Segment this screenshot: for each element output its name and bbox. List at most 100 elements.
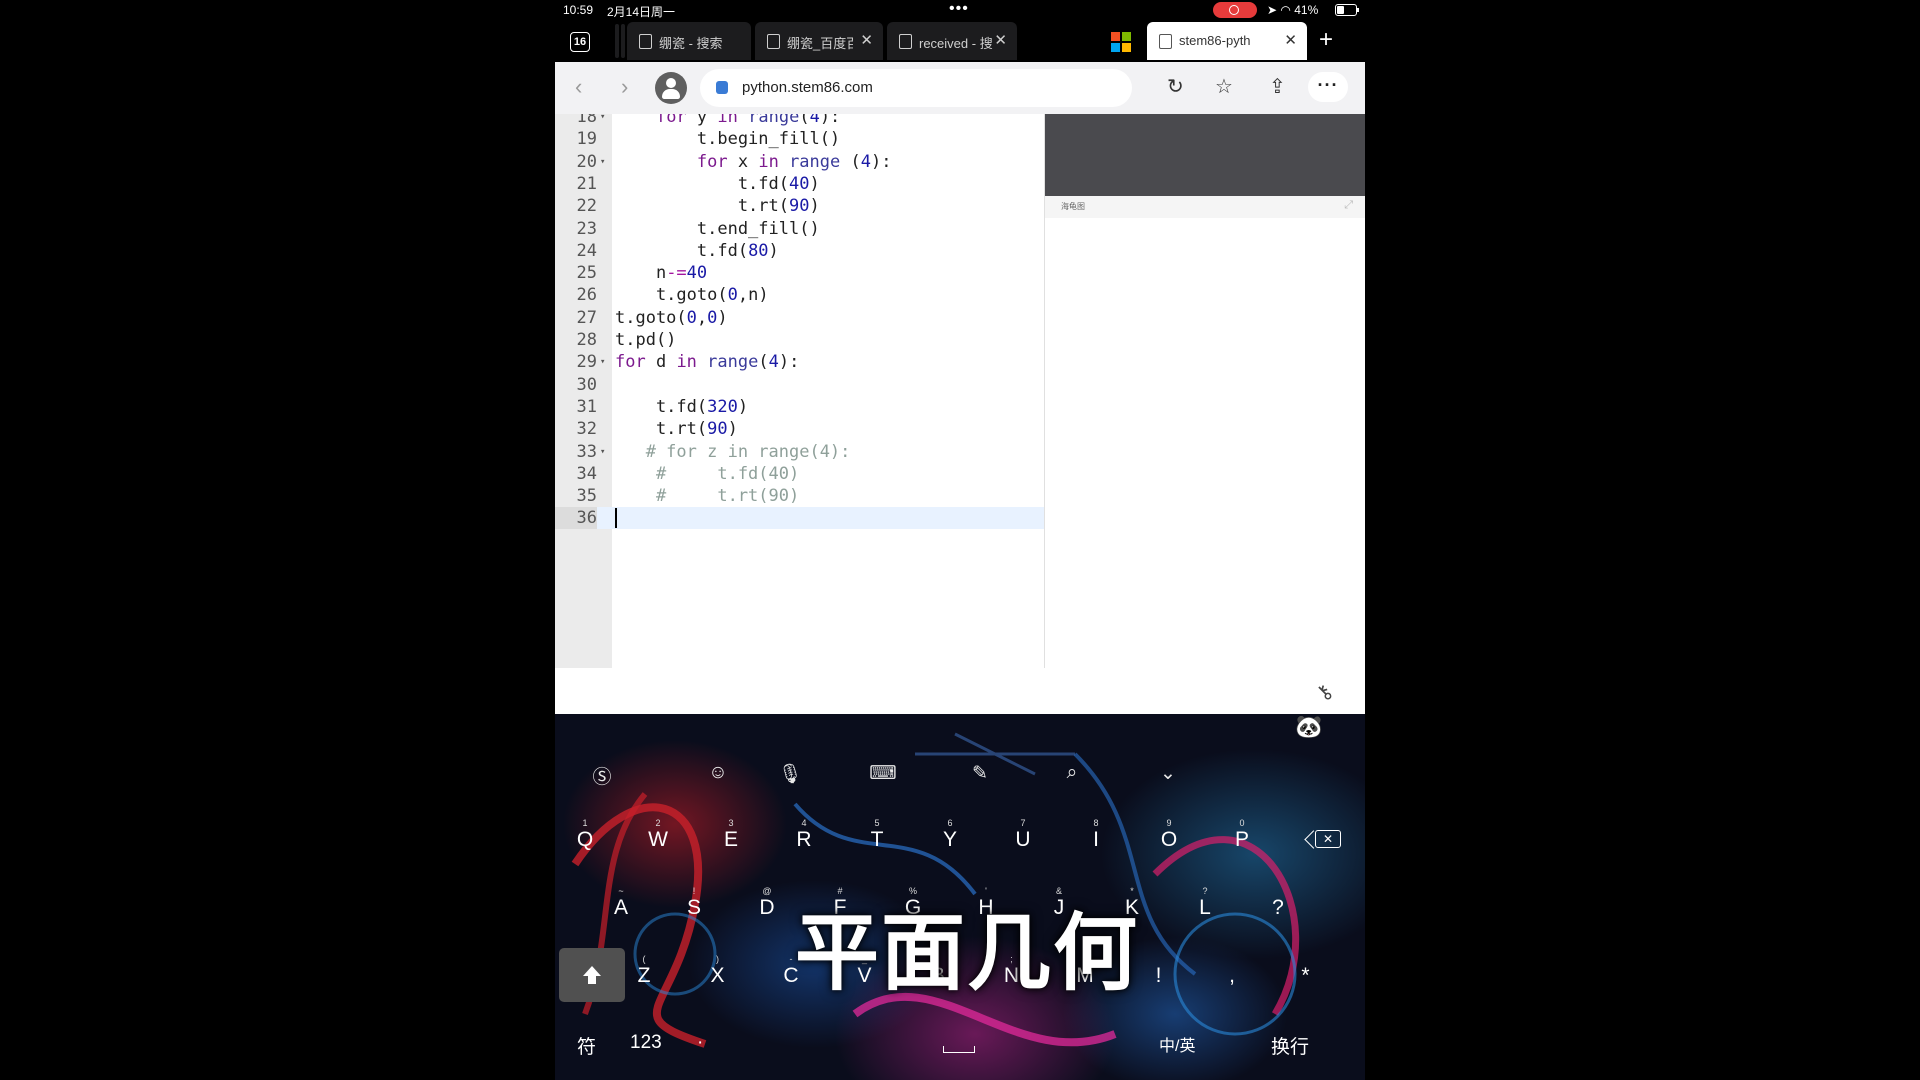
key-question[interactable]: ?	[1258, 888, 1298, 928]
code-text[interactable]: t.fd(80)	[615, 240, 779, 262]
hide-keyboard-chevron-icon[interactable]: ⌄	[1153, 762, 1183, 785]
code-line[interactable]: 34 # t.fd(40)	[555, 463, 1044, 485]
site-security-icon[interactable]	[716, 81, 728, 94]
forward-arrow-icon[interactable]: ›	[621, 74, 628, 100]
code-line[interactable]: 22 t.rt(90)	[555, 195, 1044, 217]
new-tab-plus-icon[interactable]: +	[1319, 26, 1333, 54]
code-line[interactable]: 33 ▾ # for z in range(4):	[555, 441, 1044, 463]
emoji-icon[interactable]: ☺	[703, 762, 733, 784]
handwriting-icon[interactable]: ✎	[965, 762, 995, 785]
code-line[interactable]: 28 t.pd()	[555, 329, 1044, 351]
code-text[interactable]: for d in range(4):	[615, 351, 799, 373]
reload-icon[interactable]: ↻	[1167, 74, 1184, 99]
code-line[interactable]: 30	[555, 374, 1044, 396]
tab-count-button[interactable]: 16	[570, 32, 590, 52]
screen-recording-icon[interactable]	[1213, 2, 1257, 18]
key-i[interactable]: 8I	[1076, 818, 1116, 860]
mascot-icon[interactable]: 🐼	[1295, 714, 1322, 740]
multitasking-dots-icon[interactable]: •••	[949, 0, 969, 18]
code-line[interactable]: 25 n-=40	[555, 262, 1044, 284]
key-d[interactable]: @ D	[747, 886, 787, 928]
code-text[interactable]: for y in range(4):	[615, 114, 840, 128]
key-w[interactable]: 2W	[638, 818, 678, 860]
close-tab-icon[interactable]: ✕	[1284, 31, 1297, 49]
back-arrow-icon[interactable]: ‹	[575, 74, 582, 100]
code-line[interactable]: 18 ▾ for y in range(4):	[555, 114, 1044, 128]
dot-key[interactable]: ·	[697, 1032, 703, 1054]
key-a[interactable]: ~ A	[601, 886, 641, 928]
code-text[interactable]: t.end_fill()	[615, 218, 820, 240]
fold-arrow-icon[interactable]: ▾	[600, 351, 605, 373]
code-text[interactable]: # t.rt(90)	[615, 485, 799, 507]
space-bar[interactable]	[943, 1046, 975, 1053]
microsoft-logo-icon[interactable]	[1111, 32, 1131, 52]
fold-arrow-icon[interactable]: ▾	[600, 441, 605, 463]
code-line[interactable]: 27 t.goto(0,0)	[555, 307, 1044, 329]
key-u[interactable]: 7U	[1003, 818, 1043, 860]
key-r[interactable]: 4R	[784, 818, 824, 860]
code-line[interactable]: 24 t.fd(80)	[555, 240, 1044, 262]
code-text[interactable]: t.fd(40)	[615, 173, 820, 195]
key-e[interactable]: 3E	[711, 818, 751, 860]
code-text[interactable]: t.rt(90)	[615, 195, 820, 217]
close-tab-icon[interactable]: ✕	[994, 31, 1007, 49]
code-line[interactable]: 35 # t.rt(90)	[555, 485, 1044, 507]
key-y[interactable]: 6Y	[930, 818, 970, 860]
share-icon[interactable]: ⇪	[1269, 74, 1286, 99]
url-field[interactable]: python.stem86.com	[700, 69, 1132, 107]
key-q[interactable]: 1Q	[565, 818, 605, 860]
backspace-icon[interactable]: ✕	[1315, 830, 1341, 848]
tab-received[interactable]: received - 搜 ✕	[887, 22, 1017, 60]
microphone-icon[interactable]: 🎙	[775, 762, 805, 786]
more-menu-icon[interactable]: ···	[1308, 72, 1348, 102]
tab-stem86-python[interactable]: stem86-pyth ✕	[1147, 22, 1307, 60]
code-line[interactable]: 21 t.fd(40)	[555, 173, 1044, 195]
key-comma[interactable]: ,	[1212, 956, 1252, 996]
code-text[interactable]: for x in range (4):	[615, 151, 892, 173]
keyboard-layout-icon[interactable]: ⌨	[868, 762, 898, 785]
code-text[interactable]: t.pd()	[615, 329, 676, 351]
tab-baidu-baike[interactable]: 绷瓷_百度百科 ✕	[755, 22, 883, 60]
code-line[interactable]: 19 t.begin_fill()	[555, 128, 1044, 150]
close-tab-icon[interactable]: ✕	[860, 31, 873, 49]
key-o[interactable]: 9O	[1149, 818, 1189, 860]
code-text[interactable]: n-=40	[615, 262, 707, 284]
code-line[interactable]: 20 ▾ for x in range (4):	[555, 151, 1044, 173]
language-switch-key[interactable]: 中/英	[1159, 1032, 1195, 1056]
numbers-key[interactable]: 123	[630, 1032, 662, 1054]
code-line[interactable]: 36	[555, 507, 1044, 530]
key-asterisk[interactable]: *	[1286, 956, 1326, 996]
code-text[interactable]: # t.fd(40)	[615, 463, 799, 485]
expand-icon[interactable]: ⤢	[1344, 199, 1353, 212]
key-z[interactable]: (Z	[624, 954, 664, 996]
code-line[interactable]: 32 t.rt(90)	[555, 418, 1044, 440]
code-line[interactable]: 31 t.fd(320)	[555, 396, 1044, 418]
code-text[interactable]: t.rt(90)	[615, 418, 738, 440]
code-line[interactable]: 29 ▾ for d in range(4):	[555, 351, 1044, 373]
code-line[interactable]: 23 t.end_fill()	[555, 218, 1044, 240]
fold-arrow-icon[interactable]: ▾	[600, 151, 605, 173]
code-text[interactable]: t.goto(0,n)	[615, 284, 769, 306]
search-icon[interactable]: ⌕	[1057, 762, 1087, 784]
tab-search-bengci[interactable]: 绷瓷 - 搜索	[627, 22, 751, 60]
key-exclaim[interactable]: !	[1139, 956, 1179, 996]
code-editor[interactable]: 18 ▾ for y in range(4): 19 t.begin_fill() 2…	[555, 114, 1044, 668]
code-text[interactable]: t.begin_fill()	[615, 128, 840, 150]
key-t[interactable]: 5T	[857, 818, 897, 860]
shift-key[interactable]	[559, 948, 625, 1002]
key-p[interactable]: 0P	[1222, 818, 1262, 860]
profile-avatar-icon[interactable]	[655, 72, 687, 104]
key-s[interactable]: ! S	[674, 886, 714, 928]
key-icon[interactable]: ⚷	[1310, 678, 1338, 706]
sogou-logo-icon[interactable]: Ⓢ	[587, 762, 617, 789]
fold-arrow-icon[interactable]: ▾	[600, 114, 605, 128]
url-text[interactable]: python.stem86.com	[742, 79, 873, 96]
code-line[interactable]: 26 t.goto(0,n)	[555, 284, 1044, 306]
code-text[interactable]: t.fd(320)	[615, 396, 748, 418]
code-text[interactable]: # for z in range(4):	[615, 441, 851, 463]
key-l[interactable]: ? L	[1185, 886, 1225, 928]
code-text[interactable]: t.goto(0,0)	[615, 307, 728, 329]
symbols-key[interactable]: 符	[577, 1032, 596, 1059]
code-text[interactable]	[615, 507, 617, 529]
enter-key[interactable]: 换行	[1271, 1032, 1309, 1059]
